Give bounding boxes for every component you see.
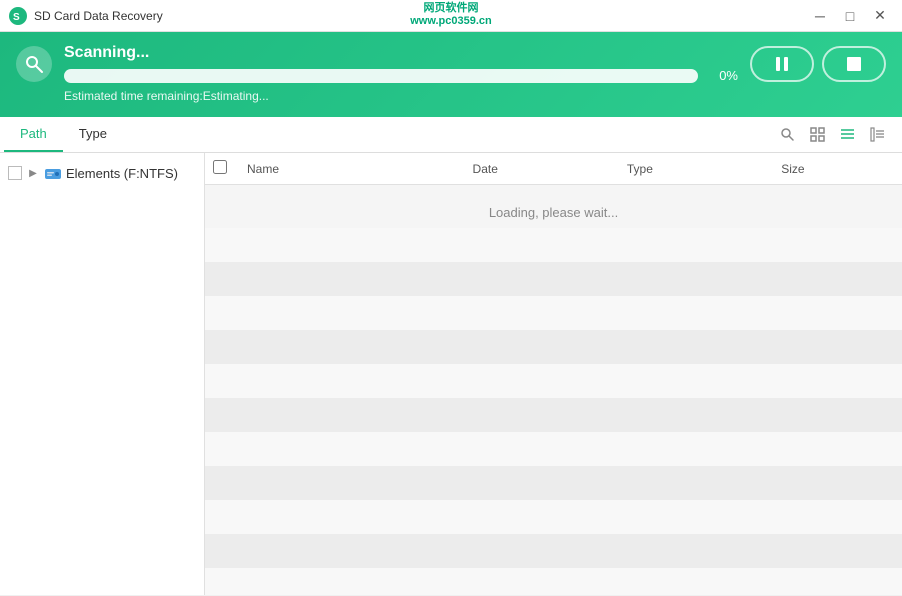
tree-item-elements[interactable]: ▶ Elements (F:NTFS) xyxy=(0,159,204,187)
select-all-checkbox[interactable] xyxy=(213,160,227,174)
empty-row xyxy=(205,228,902,262)
empty-row xyxy=(205,296,902,330)
empty-row xyxy=(205,364,902,398)
progress-bar-background xyxy=(64,69,698,83)
view-toggle-icons xyxy=(766,117,898,152)
empty-row xyxy=(205,568,902,595)
empty-row xyxy=(205,262,902,296)
tree-checkbox-elements[interactable] xyxy=(8,166,22,180)
loading-message: Loading, please wait... xyxy=(205,205,902,220)
title-bar: S SD Card Data Recovery 网页软件网 www.pc0359… xyxy=(0,0,902,32)
scan-info: Scanning... 0% xyxy=(64,44,738,83)
tab-type[interactable]: Type xyxy=(63,117,123,152)
grid-view-button[interactable] xyxy=(804,122,830,148)
menu-icon[interactable]: ☰ xyxy=(780,6,794,26)
empty-row xyxy=(205,432,902,466)
empty-row xyxy=(205,398,902,432)
restore-button[interactable]: □ xyxy=(836,5,864,27)
file-list-header: Name Date Type Size xyxy=(205,153,902,185)
tab-path[interactable]: Path xyxy=(4,117,63,152)
tree-expand-elements[interactable]: ▶ xyxy=(26,166,40,180)
settings-icon[interactable]: ⚙ xyxy=(751,6,765,26)
pause-button[interactable] xyxy=(750,46,814,82)
search-files-button[interactable] xyxy=(774,122,800,148)
scan-title: Scanning... xyxy=(64,44,738,62)
header-action-icons: ⚙ ☰ xyxy=(751,6,794,26)
detail-view-button[interactable] xyxy=(864,122,890,148)
header-date: Date xyxy=(467,162,621,176)
app-title: SD Card Data Recovery xyxy=(34,9,751,23)
file-list-body: Loading, please wait... xyxy=(205,185,902,595)
main-content: ▶ Elements (F:NTFS) Name Date Type Size … xyxy=(0,153,902,595)
header-checkbox-col xyxy=(213,160,241,177)
list-view-button[interactable] xyxy=(834,122,860,148)
watermark: 网页软件网 www.pc0359.cn xyxy=(410,2,492,28)
app-logo: S xyxy=(8,6,28,26)
empty-row xyxy=(205,330,902,364)
window-controls: ─ □ ✕ xyxy=(806,5,894,27)
tree-label-elements: Elements (F:NTFS) xyxy=(66,166,178,181)
drive-icon xyxy=(44,164,62,182)
header-name: Name xyxy=(241,162,467,176)
scan-header: Scanning... 0% Estimated time re xyxy=(0,32,902,117)
file-list: Name Date Type Size Loading, please wait… xyxy=(205,153,902,595)
empty-rows xyxy=(205,228,902,595)
header-size: Size xyxy=(775,162,894,176)
progress-percentage: 0% xyxy=(708,68,738,83)
stop-button[interactable] xyxy=(822,46,886,82)
close-button[interactable]: ✕ xyxy=(866,5,894,27)
header-type: Type xyxy=(621,162,775,176)
sidebar: ▶ Elements (F:NTFS) xyxy=(0,153,205,595)
empty-row xyxy=(205,500,902,534)
minimize-button[interactable]: ─ xyxy=(806,5,834,27)
estimated-time: Estimated time remaining:Estimating... xyxy=(16,89,886,103)
empty-row xyxy=(205,534,902,568)
scan-search-icon xyxy=(16,46,52,82)
scan-controls xyxy=(750,46,886,82)
tab-bar: Path Type xyxy=(0,117,902,153)
svg-text:S: S xyxy=(13,12,20,23)
empty-row xyxy=(205,466,902,500)
